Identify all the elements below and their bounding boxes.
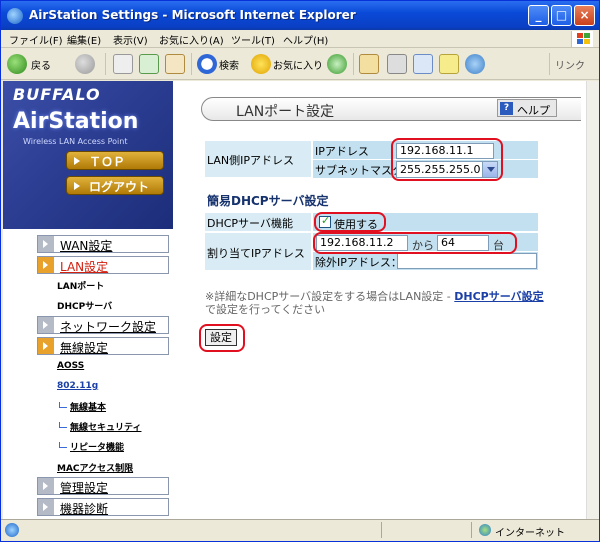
- nav-diag[interactable]: 機器診断: [37, 498, 169, 516]
- edit-icon[interactable]: [413, 54, 433, 74]
- history-icon[interactable]: [327, 54, 347, 74]
- window-title: AirStation Settings - Microsoft Internet…: [29, 8, 356, 22]
- messenger-icon[interactable]: [465, 54, 485, 74]
- nav-square-icon: [38, 499, 54, 515]
- link-repeater[interactable]: リピータ機能: [59, 440, 124, 453]
- back-label[interactable]: 戻る: [31, 57, 51, 72]
- favorites-label[interactable]: お気に入り: [273, 57, 323, 72]
- menu-file[interactable]: ファイル(F): [9, 32, 63, 47]
- highlight-assign: [313, 232, 517, 254]
- minimize-button[interactable]: _: [528, 5, 549, 26]
- highlight-ip: [391, 138, 503, 181]
- lan-ip-label: LAN側IPアドレス: [207, 154, 295, 167]
- menu-bar: ファイル(F) 編集(E) 表示(V) お気に入り(A) ツール(T) ヘルプ(…: [1, 30, 599, 48]
- logout-button[interactable]: ログアウト: [66, 176, 164, 195]
- link-lanport[interactable]: LANポート: [57, 279, 104, 292]
- status-bar: インターネット: [1, 519, 599, 541]
- home-icon[interactable]: [165, 54, 185, 74]
- assign-label-cell: 割り当てIPアドレス: [205, 233, 311, 270]
- top-button[interactable]: ＴＯＰ: [66, 151, 164, 170]
- sidebar: BUFFALO AirStation Wireless LAN Access P…: [3, 81, 173, 519]
- zone-label: インターネット: [495, 528, 565, 539]
- assign-label: 割り当てIPアドレス: [207, 247, 305, 260]
- help-icon: ?: [500, 102, 513, 115]
- nav-lan[interactable]: LAN設定: [37, 256, 169, 274]
- menu-tools[interactable]: ツール(T): [231, 32, 275, 47]
- link-aoss[interactable]: AOSS: [57, 361, 84, 371]
- search-label[interactable]: 検索: [219, 57, 239, 72]
- dhcp-func-label-cell: DHCPサーバ機能: [205, 213, 311, 231]
- brand-panel: BUFFALO AirStation Wireless LAN Access P…: [3, 81, 173, 229]
- nav-wireless[interactable]: 無線設定: [37, 337, 169, 355]
- nav-network[interactable]: ネットワーク設定: [37, 316, 169, 334]
- links-label[interactable]: リンク: [555, 57, 585, 72]
- title-bar[interactable]: AirStation Settings - Microsoft Internet…: [1, 1, 599, 30]
- nav-wan[interactable]: WAN設定: [37, 235, 169, 253]
- dhcp-section-title: 簡易DHCPサーバ設定: [207, 194, 329, 208]
- dhcp-settings-link[interactable]: DHCPサーバ設定: [454, 290, 543, 303]
- nav-square-icon: [38, 257, 54, 273]
- highlight-dhcp: [314, 212, 386, 232]
- ip-label: IPアドレス: [315, 145, 369, 158]
- ie-icon: [7, 8, 23, 24]
- back-arrow-icon[interactable]: [7, 54, 27, 74]
- highlight-set: [199, 324, 245, 352]
- subnet-label: サブネットマスク: [315, 164, 403, 177]
- discuss-icon[interactable]: [439, 54, 459, 74]
- link-dhcp[interactable]: DHCPサーバ: [57, 299, 112, 312]
- vertical-scrollbar[interactable]: [586, 81, 599, 519]
- nav-admin[interactable]: 管理設定: [37, 477, 169, 495]
- lan-ip-label-cell: LAN側IPアドレス: [205, 141, 311, 177]
- main-panel: LANポート設定 ? ヘルプ LAN側IPアドレス IPアドレス サブネットマス…: [193, 81, 586, 519]
- favorites-star-icon[interactable]: [251, 54, 271, 74]
- link-wireless-basic[interactable]: 無線基本: [59, 400, 106, 413]
- menu-view[interactable]: 表示(V): [113, 32, 148, 47]
- browser-window: AirStation Settings - Microsoft Internet…: [0, 0, 600, 542]
- maximize-button[interactable]: □: [551, 5, 572, 26]
- link-wireless-security[interactable]: 無線セキュリティ: [59, 420, 141, 433]
- arrow-icon: [74, 157, 80, 165]
- nav-square-icon: [38, 236, 54, 252]
- toolbar: 戻る 検索 お気に入り リンク: [1, 48, 599, 80]
- close-button[interactable]: ×: [574, 5, 595, 26]
- arrow-icon: [74, 182, 80, 190]
- windows-logo-icon: [571, 31, 593, 47]
- forward-arrow-icon[interactable]: [75, 54, 95, 74]
- dhcp-func-label: DHCPサーバ機能: [207, 217, 293, 230]
- menu-edit[interactable]: 編集(E): [67, 32, 101, 47]
- page-content: BUFFALO AirStation Wireless LAN Access P…: [3, 81, 586, 519]
- print-icon[interactable]: [387, 54, 407, 74]
- internet-zone-icon: [479, 524, 491, 536]
- menu-favorites[interactable]: お気に入り(A): [159, 32, 224, 47]
- exclude-label: 除外IPアドレス：: [315, 256, 402, 269]
- airstation-logo: AirStation: [13, 109, 139, 134]
- nav-square-icon: [38, 338, 54, 354]
- tagline: Wireless LAN Access Point: [23, 137, 128, 146]
- mail-icon[interactable]: [359, 54, 379, 74]
- search-icon[interactable]: [197, 54, 217, 74]
- link-80211g[interactable]: 802.11g: [57, 381, 98, 391]
- nav-square-icon: [38, 478, 54, 494]
- buffalo-logo: BUFFALO: [13, 85, 101, 104]
- stop-icon[interactable]: [113, 54, 133, 74]
- help-button[interactable]: ? ヘルプ: [497, 99, 557, 117]
- nav-square-icon: [38, 317, 54, 333]
- page-title: LANポート設定: [236, 104, 335, 120]
- page-icon: [5, 523, 19, 537]
- refresh-icon[interactable]: [139, 54, 159, 74]
- dhcp-note: ※詳細なDHCPサーバ設定をする場合はLAN設定 - DHCPサーバ設定 で設定…: [205, 290, 544, 316]
- exclude-ip-input[interactable]: [397, 253, 537, 269]
- menu-help[interactable]: ヘルプ(H): [283, 32, 328, 47]
- link-mac-filter[interactable]: MACアクセス制限: [57, 461, 133, 474]
